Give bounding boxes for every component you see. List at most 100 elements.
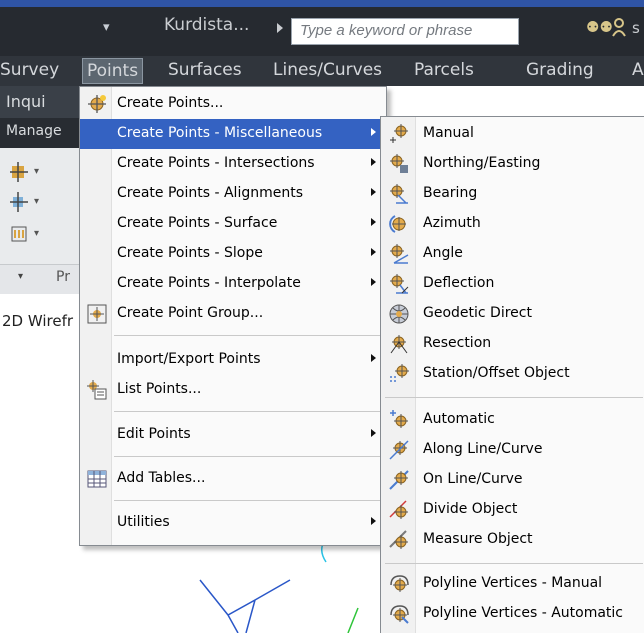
ribbon-panel-header: Manage <box>0 118 80 148</box>
quick-access-dropdown-button[interactable]: ▾ <box>103 20 110 35</box>
submenu-item-polyline-vertices-automatic[interactable]: Polyline Vertices - Automatic <box>381 599 643 629</box>
submenu-item-geodetic-direct[interactable]: Geodetic Direct <box>381 299 643 329</box>
viewport-style-label[interactable]: 2D Wirefr <box>2 312 73 330</box>
menu-item-label: Import/Export Points <box>117 351 261 367</box>
submenu-item-label: Resection <box>423 335 492 351</box>
menu-item-create-points[interactable]: Create Points... <box>80 89 386 119</box>
menu-more[interactable]: A <box>632 60 644 80</box>
menu-item-create-points-interpolate[interactable]: Create Points - Interpolate <box>80 269 386 299</box>
menu-item-utilities[interactable]: Utilities <box>80 508 386 538</box>
submenu-separator <box>385 563 643 564</box>
point-group-tool-button[interactable]: ▾ <box>10 192 44 214</box>
divide-object-icon <box>389 500 408 519</box>
on-line-curve-icon <box>389 470 409 490</box>
misc-submenu: Manual Northing/Easting Bearing Azimuth … <box>380 116 644 633</box>
azimuth-icon <box>389 215 406 233</box>
ribbon-panel-footer: ▾ Pr <box>0 264 80 294</box>
measure-object-icon <box>389 530 408 549</box>
drawing-canvas <box>199 540 359 633</box>
submenu-arrow-icon <box>371 158 376 166</box>
menu-grading[interactable]: Grading <box>526 60 594 80</box>
submenu-item-station-offset[interactable]: Station/Offset Object <box>381 359 643 389</box>
table-icon <box>87 470 107 488</box>
submenu-item-label: Geodetic Direct <box>423 305 532 321</box>
panel-expand-icon[interactable]: ▾ <box>18 271 23 282</box>
menu-item-list-points[interactable]: List Points... <box>80 375 386 405</box>
submenu-item-polyline-vertices-manual[interactable]: Polyline Vertices - Manual <box>381 569 643 599</box>
submenu-item-label: Measure Object <box>423 531 533 547</box>
menu-points[interactable]: Points <box>82 58 144 84</box>
edit-points-tool-button[interactable]: ▾ <box>10 224 44 246</box>
along-line-curve-icon <box>389 440 409 460</box>
submenu-item-deflection[interactable]: Deflection <box>381 269 643 299</box>
submenu-item-resection[interactable]: Resection <box>381 329 643 359</box>
submenu-item-on-line-curve[interactable]: On Line/Curve <box>381 465 643 495</box>
menu-separator <box>114 456 380 457</box>
menu-item-create-points-alignments[interactable]: Create Points - Alignments <box>80 179 386 209</box>
menu-item-create-points-slope[interactable]: Create Points - Slope <box>80 239 386 269</box>
menu-item-label: Create Points - Slope <box>117 245 263 261</box>
submenu-item-label: Automatic <box>423 411 495 427</box>
submenu-item-divide-object[interactable]: Divide Object <box>381 495 643 525</box>
submenu-item-label: Bearing <box>423 185 478 201</box>
list-points-icon <box>87 380 107 400</box>
point-group-icon <box>87 304 107 324</box>
submenu-item-azimuth[interactable]: Azimuth <box>381 209 643 239</box>
polyline-manual-icon <box>390 575 409 592</box>
submenu-item-angle[interactable]: Angle <box>381 239 643 269</box>
menu-item-add-tables[interactable]: Add Tables... <box>80 464 386 494</box>
submenu-item-along-line-curve[interactable]: Along Line/Curve <box>381 435 643 465</box>
submenu-item-automatic[interactable]: Automatic <box>381 405 643 435</box>
menu-lines-curves[interactable]: Lines/Curves <box>273 60 382 80</box>
menu-item-label: Create Points - Interpolate <box>117 275 301 291</box>
submenu-item-label: On Line/Curve <box>423 471 523 487</box>
submenu-item-measure-object[interactable]: Measure Object <box>381 525 643 555</box>
submenu-item-label: Divide Object <box>423 501 518 517</box>
menu-item-label: Create Points - Miscellaneous <box>117 125 323 141</box>
menu-surfaces[interactable]: Surfaces <box>168 60 242 80</box>
menu-parcels[interactable]: Parcels <box>414 60 474 80</box>
submenu-separator <box>385 397 643 398</box>
title-bar: ▾ Kurdista... Type a keyword or phrase ⚉… <box>0 0 644 56</box>
menu-item-label: Create Points - Intersections <box>117 155 315 171</box>
deflection-icon <box>390 274 409 294</box>
binoculars-icon[interactable]: ⚉⚉ <box>586 18 613 36</box>
point-tool-button[interactable]: ▾ <box>10 162 44 184</box>
submenu-item-manual[interactable]: Manual <box>381 119 643 149</box>
points-menu: Create Points... Create Points - Miscell… <box>79 86 387 546</box>
tab-inquiry[interactable]: Inqui <box>6 92 46 111</box>
menu-item-import-export-points[interactable]: Import/Export Points <box>80 345 386 375</box>
ribbon-tools: ▾ ▾ ▾ <box>0 148 80 264</box>
document-title: Kurdista... <box>164 15 250 35</box>
submenu-item-label: Along Line/Curve <box>423 441 543 457</box>
menu-item-label: Create Points - Surface <box>117 215 278 231</box>
tab-manage[interactable]: Manage <box>6 123 62 139</box>
submenu-item-label: Deflection <box>423 275 495 291</box>
submenu-item-label: Angle <box>423 245 463 261</box>
chevron-down-icon[interactable]: ▾ <box>34 228 39 239</box>
title-accent-strip <box>0 0 644 7</box>
submenu-arrow-icon <box>371 354 376 362</box>
menu-survey[interactable]: Survey <box>0 60 59 80</box>
search-expand-icon[interactable] <box>277 23 283 33</box>
menu-item-create-point-group[interactable]: Create Point Group... <box>80 299 386 329</box>
menu-item-create-points-surface[interactable]: Create Points - Surface <box>80 209 386 239</box>
submenu-item-label: Manual <box>423 125 474 141</box>
submenu-item-label: Station/Offset Object <box>423 365 570 381</box>
menu-item-create-points-misc[interactable]: Create Points - Miscellaneous <box>80 119 386 149</box>
signin-text[interactable]: s <box>632 19 640 37</box>
submenu-item-northing-easting[interactable]: Northing/Easting <box>381 149 643 179</box>
menu-item-create-points-intersections[interactable]: Create Points - Intersections <box>80 149 386 179</box>
chevron-down-icon[interactable]: ▾ <box>34 196 39 207</box>
create-points-icon <box>88 95 106 113</box>
menu-separator <box>114 411 380 412</box>
panel-label: Pr <box>56 269 70 285</box>
menu-item-edit-points[interactable]: Edit Points <box>80 420 386 450</box>
user-icon[interactable] <box>612 17 626 37</box>
chevron-down-icon[interactable]: ▾ <box>34 166 39 177</box>
submenu-item-label: Northing/Easting <box>423 155 541 171</box>
search-input[interactable]: Type a keyword or phrase <box>291 18 519 45</box>
station-offset-icon <box>390 364 409 382</box>
geodetic-direct-icon <box>389 304 409 324</box>
submenu-item-bearing[interactable]: Bearing <box>381 179 643 209</box>
